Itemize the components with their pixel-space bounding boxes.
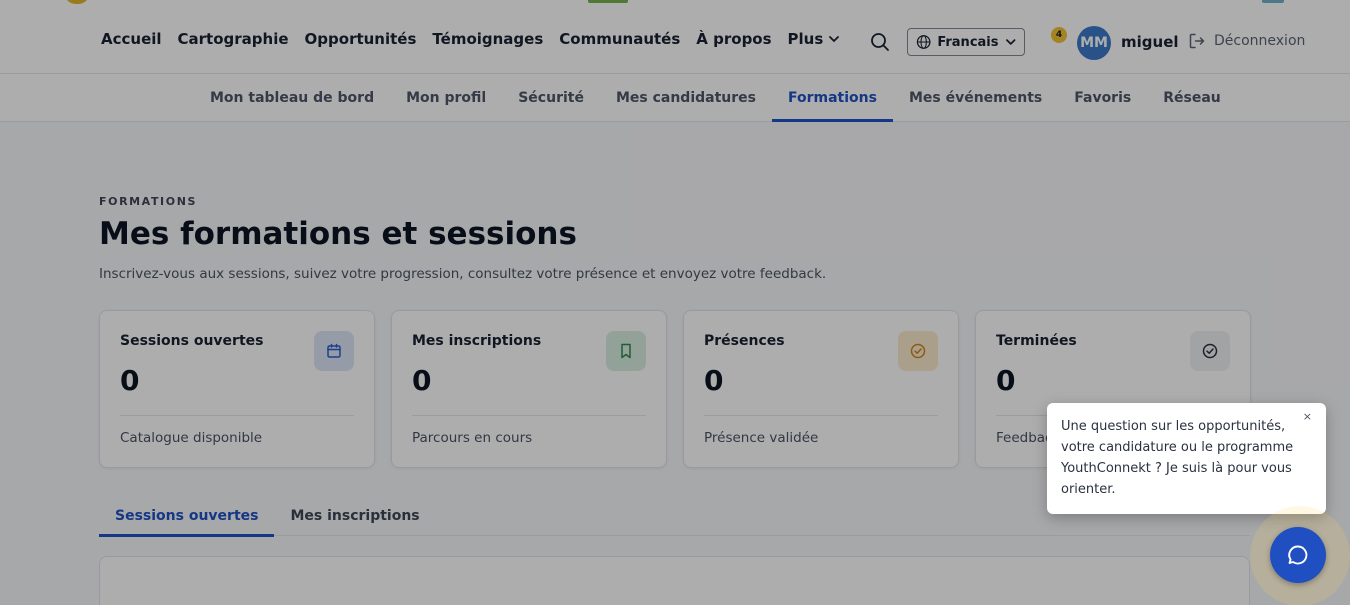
chat-tooltip: Une question sur les opportunités, votre… (1047, 403, 1326, 514)
close-icon[interactable]: × (1303, 410, 1312, 423)
chat-bubble-icon (1288, 545, 1308, 565)
modal-overlay[interactable] (0, 0, 1350, 605)
chat-button[interactable] (1270, 527, 1326, 583)
chat-message: Une question sur les opportunités, votre… (1061, 419, 1294, 497)
